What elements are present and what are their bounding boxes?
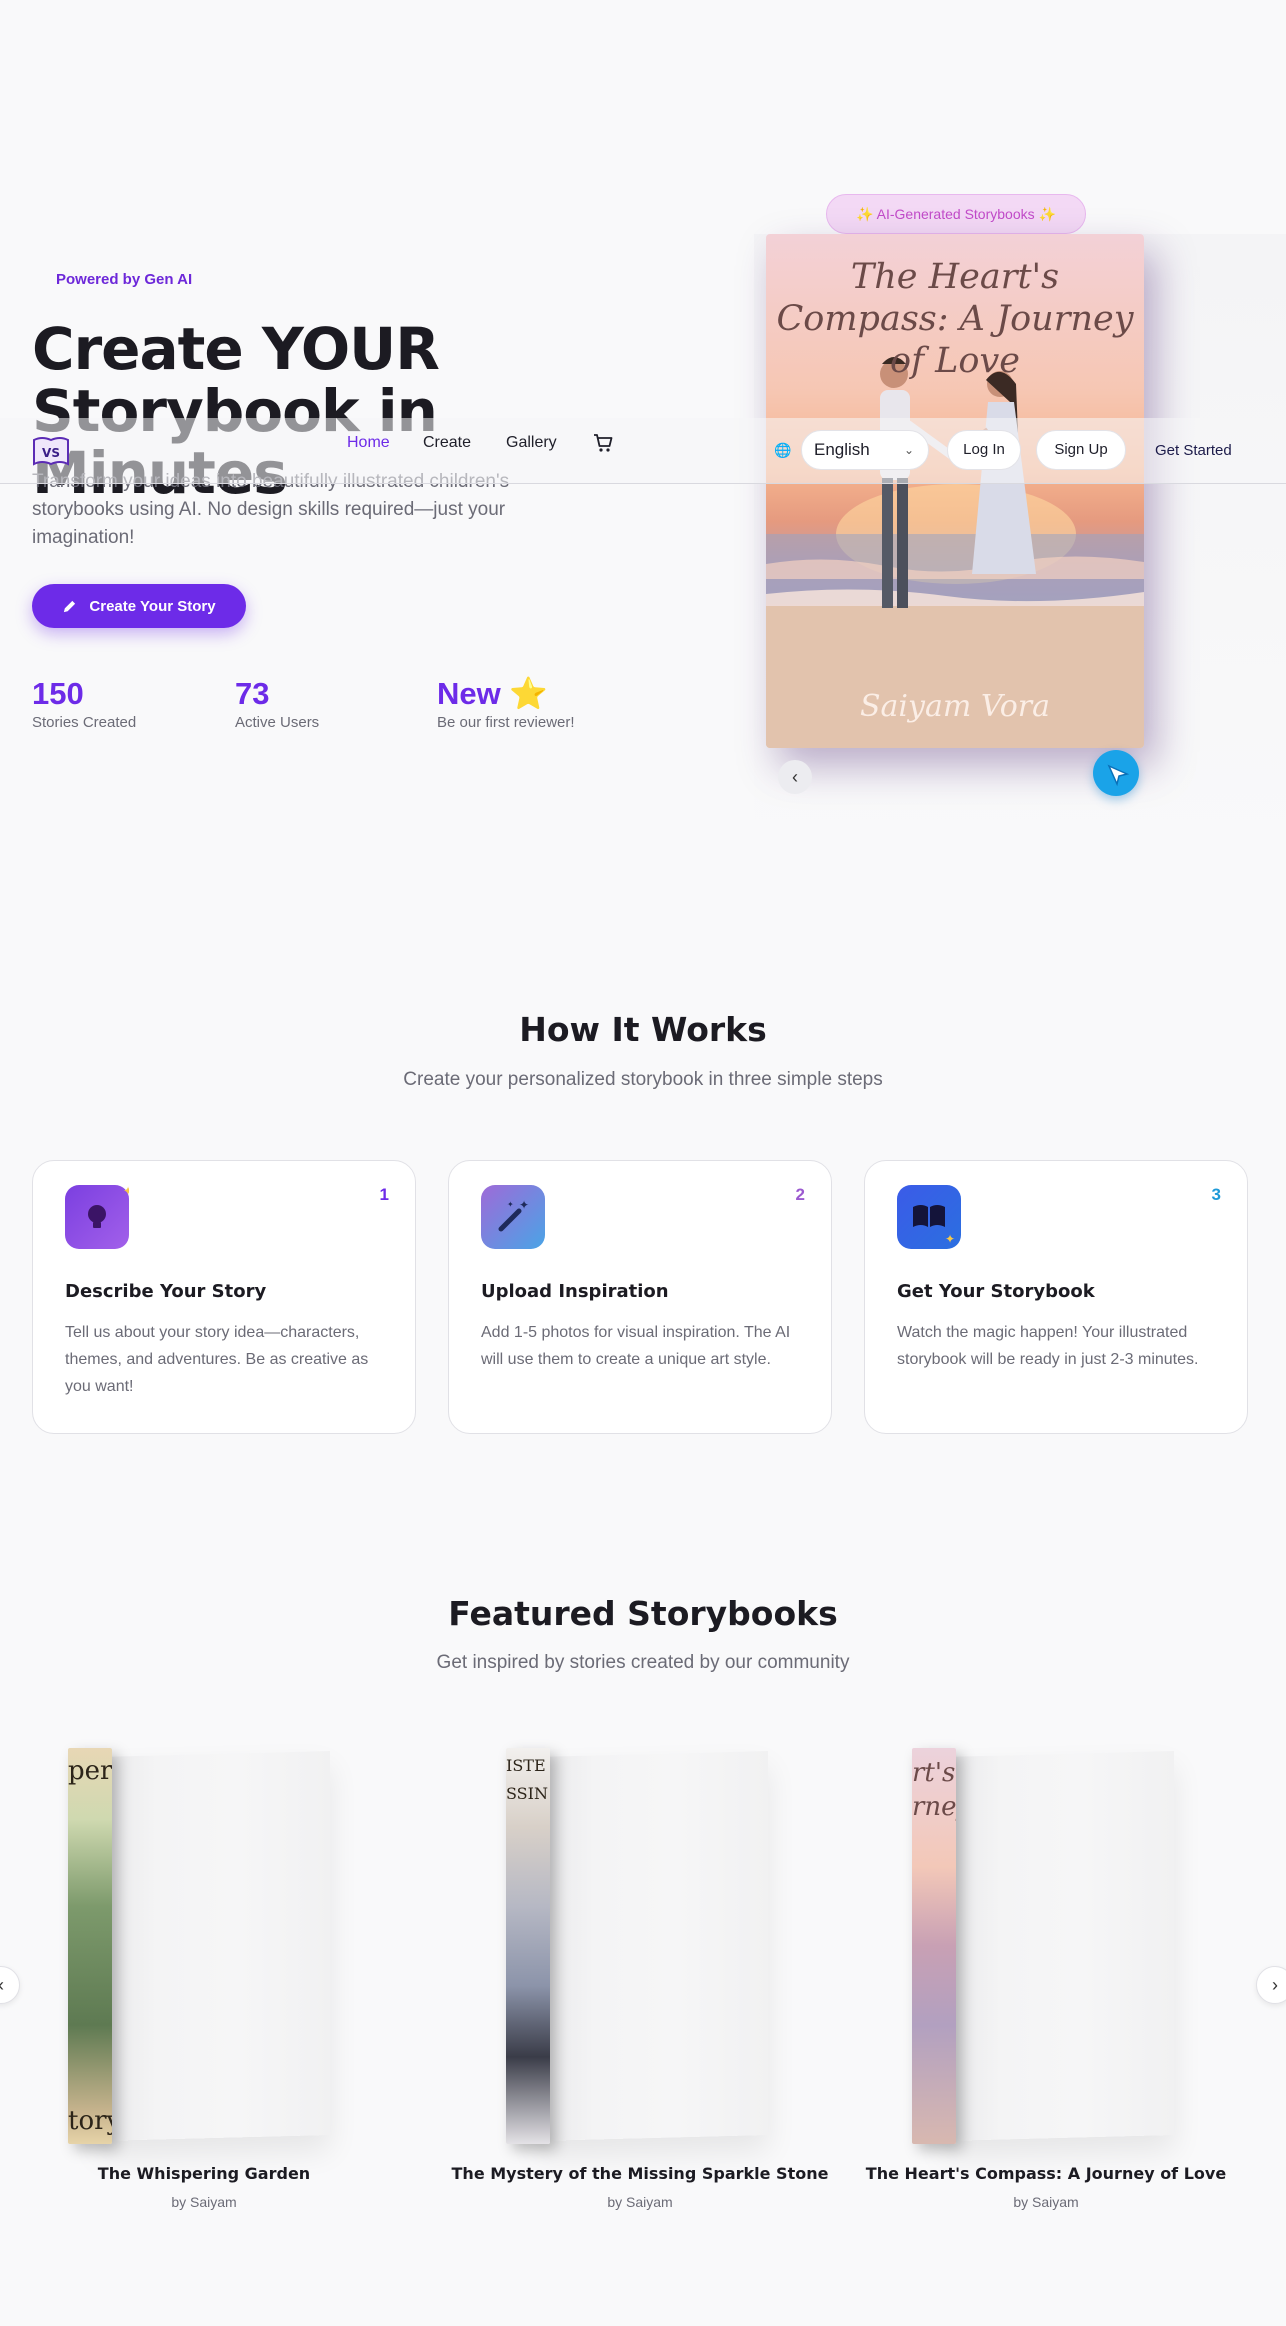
preview-prev-button[interactable]: ‹ <box>778 760 812 794</box>
step-title: Get Your Storybook <box>897 1281 1095 1302</box>
spine-text: tory <box>68 2106 112 2136</box>
step-card-3: ✦ 3 Get Your Storybook Watch the magic h… <box>864 1160 1248 1434</box>
signup-button[interactable]: Sign Up <box>1036 430 1126 470</box>
step-card-2: ✦ ✦ 2 Upload Inspiration Add 1-5 photos f… <box>448 1160 832 1434</box>
step-number: 3 <box>1211 1185 1221 1204</box>
stat-reviews: New ⭐ Be our first reviewer! <box>437 676 575 731</box>
login-button[interactable]: Log In <box>947 430 1021 470</box>
open-book-icon: ✦ <box>897 1185 961 1249</box>
spine-text: rt's <box>912 1758 956 1788</box>
cursor-icon <box>1093 750 1139 796</box>
step-description: Watch the magic happen! Your illustrated… <box>897 1324 1199 1368</box>
svg-text:✦: ✦ <box>507 1200 514 1209</box>
globe-icon: 🌐 <box>774 442 792 458</box>
cover-author: Saiyam Vora <box>859 689 1051 724</box>
step-number: 2 <box>795 1185 805 1204</box>
create-your-story-button[interactable]: Create Your Story <box>32 584 246 628</box>
cover-title: The Heart's Compass: A Journey of Love <box>776 257 1134 381</box>
book-pages <box>98 1750 330 2142</box>
svg-text:✦: ✦ <box>123 1185 129 1198</box>
book-spine: ISTE SSIN <box>506 1748 550 2144</box>
top-navigation: VS Home Create Gallery 🌐 English ⌄ Log I… <box>0 418 1286 484</box>
chevron-down-icon: ⌄ <box>903 443 914 457</box>
language-value: English <box>814 440 870 459</box>
spine-text: rney <box>912 1792 956 1822</box>
how-it-works-subtitle: Create your personalized storybook in th… <box>403 1069 883 1090</box>
svg-text:✦: ✦ <box>519 1198 529 1212</box>
spine-text: ISTE <box>506 1756 546 1775</box>
logo-text: VS <box>42 446 60 460</box>
book-pages <box>942 1750 1174 2142</box>
stat-value: New ⭐ <box>437 676 548 711</box>
stat-label: Active Users <box>235 714 320 731</box>
book-pages <box>536 1750 768 2142</box>
step-description: Add 1-5 photos for visual inspiration. T… <box>481 1324 791 1368</box>
create-your-story-label: Create Your Story <box>89 597 216 615</box>
book-spine: rt's rney <box>912 1748 956 2144</box>
book-title[interactable]: The Heart's Compass: A Journey of Love <box>836 2164 1256 2183</box>
featured-title: Featured Storybooks <box>448 1594 838 1633</box>
book-title[interactable]: The Whispering Garden <box>0 2164 414 2183</box>
book-author: by Saiyam <box>607 2194 673 2210</box>
featured-prev-button[interactable]: ‹ <box>0 1966 20 2004</box>
magic-wand-icon: ✦ ✦ <box>481 1185 545 1249</box>
book-title[interactable]: The Mystery of the Missing Sparkle Stone <box>430 2164 850 2183</box>
step-number: 1 <box>379 1185 389 1204</box>
nav-link-create[interactable]: Create <box>423 434 471 452</box>
stat-value: 150 <box>32 676 84 711</box>
step-title: Describe Your Story <box>65 1281 267 1302</box>
featured-subtitle: Get inspired by stories created by our c… <box>436 1652 850 1673</box>
featured-book-1[interactable]: per tory <box>68 1748 338 2144</box>
language-select[interactable]: English ⌄ <box>801 430 929 470</box>
cart-icon[interactable] <box>592 432 614 454</box>
powered-by-badge: Powered by Gen AI <box>56 271 193 288</box>
spine-text: per <box>68 1756 112 1786</box>
ai-generated-badge: ✨ AI-Generated Storybooks ✨ <box>826 194 1086 234</box>
book-author: by Saiyam <box>1013 2194 1079 2210</box>
featured-next-button[interactable]: › <box>1256 1966 1286 2004</box>
stat-value: 73 <box>235 676 270 711</box>
book-spine: per tory <box>68 1748 112 2144</box>
featured-book-3[interactable]: rt's rney <box>912 1748 1182 2144</box>
nav-link-home[interactable]: Home <box>347 434 390 452</box>
svg-text:✦: ✦ <box>945 1232 955 1246</box>
stat-label: Be our first reviewer! <box>437 714 575 731</box>
nav-link-gallery[interactable]: Gallery <box>506 434 557 452</box>
step-title: Upload Inspiration <box>481 1281 669 1302</box>
get-started-link[interactable]: Get Started <box>1155 442 1232 459</box>
step-description: Tell us about your story idea—characters… <box>65 1324 369 1395</box>
pencil-icon <box>64 600 76 612</box>
book-author: by Saiyam <box>171 2194 237 2210</box>
lightbulb-icon: ✦ <box>65 1184 133 1249</box>
logo-icon[interactable]: VS <box>32 434 70 468</box>
stat-users: 73 Active Users <box>235 676 319 731</box>
book-cover-preview[interactable]: The Heart's Compass: A Journey of Love S… <box>766 234 1144 748</box>
featured-book-2[interactable]: ISTE SSIN <box>506 1748 776 2144</box>
stat-stories: 150 Stories Created <box>32 676 136 731</box>
stat-label: Stories Created <box>32 714 137 731</box>
how-it-works-title: How It Works <box>519 1010 767 1049</box>
spine-text: SSIN <box>506 1784 548 1803</box>
step-card-1: ✦ 1 Describe Your Story Tell us about yo… <box>32 1160 416 1434</box>
